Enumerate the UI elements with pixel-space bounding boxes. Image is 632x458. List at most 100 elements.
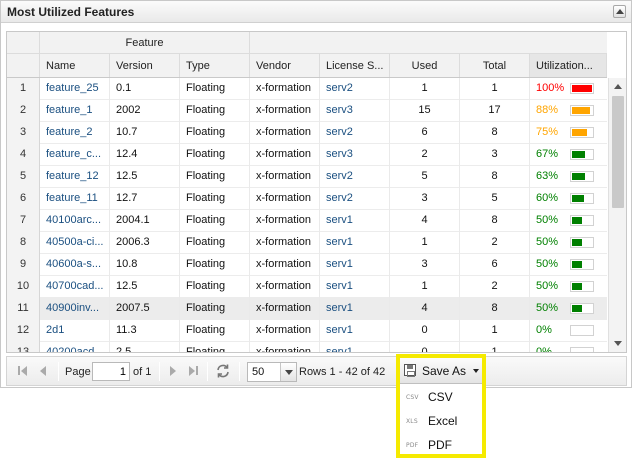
cell-type: Floating <box>180 122 250 144</box>
table-row[interactable]: 3 feature_2 10.7 Floating x-formation serv2 6 8… <box>7 122 607 144</box>
column-header-name[interactable]: Name <box>40 54 110 77</box>
menu-item-label: CSV <box>428 390 453 404</box>
cell-utilization: 50% <box>530 298 607 320</box>
cell-license-server[interactable]: serv1 <box>320 276 390 298</box>
cell-license-server[interactable]: serv1 <box>320 298 390 320</box>
column-header-license-server[interactable]: License S... <box>320 54 390 77</box>
page-size-select[interactable]: 50 <box>247 362 297 382</box>
column-header-type[interactable]: Type <box>180 54 250 77</box>
utilization-bar <box>570 281 594 292</box>
cell-license-server[interactable]: serv3 <box>320 100 390 122</box>
table-row[interactable]: 13 40200acd... 2.5 Floating x-formation serv1… <box>7 342 607 352</box>
column-header-utilization[interactable]: Utilization... <box>530 54 607 77</box>
cell-name[interactable]: 40700cad... <box>40 276 110 298</box>
cell-license-server[interactable]: serv3 <box>320 144 390 166</box>
cell-license-server[interactable]: serv2 <box>320 188 390 210</box>
cell-license-server[interactable]: serv1 <box>320 232 390 254</box>
row-number: 1 <box>7 78 40 100</box>
cell-used: 1 <box>390 232 460 254</box>
cell-used: 15 <box>390 100 460 122</box>
page-number-input[interactable] <box>92 362 130 381</box>
cell-vendor: x-formation <box>250 78 320 100</box>
cell-vendor: x-formation <box>250 144 320 166</box>
cell-name[interactable]: 40100arc... <box>40 210 110 232</box>
cell-version: 2007.5 <box>110 298 180 320</box>
cell-license-server[interactable]: serv1 <box>320 320 390 342</box>
table-row[interactable]: 7 40100arc... 2004.1 Floating x-formation ser… <box>7 210 607 232</box>
cell-vendor: x-formation <box>250 166 320 188</box>
cell-name[interactable]: 40600a-s... <box>40 254 110 276</box>
row-number: 12 <box>7 320 40 342</box>
save-as-button[interactable]: Save As <box>400 358 482 384</box>
table-row[interactable]: 9 40600a-s... 10.8 Floating x-formation serv1… <box>7 254 607 276</box>
column-header-version[interactable]: Version <box>110 54 180 77</box>
row-number: 4 <box>7 144 40 166</box>
cell-name[interactable]: 40500a-ci... <box>40 232 110 254</box>
table-row[interactable]: 5 feature_12 12.5 Floating x-formation serv2 5… <box>7 166 607 188</box>
previous-page-icon[interactable] <box>37 365 49 377</box>
cell-utilization: 67% <box>530 144 607 166</box>
cell-name[interactable]: feature_12 <box>40 166 110 188</box>
column-header-vendor[interactable]: Vendor <box>250 54 320 77</box>
menu-item-pdf[interactable]: PDF PDF <box>400 433 482 457</box>
table-row[interactable]: 11 40900inv... 2007.5 Floating x-formation se… <box>7 298 607 320</box>
table-row[interactable]: 12 2d1 11.3 Floating x-formation serv1 0 1 0% <box>7 320 607 342</box>
column-header-rownum <box>7 54 40 77</box>
cell-license-server[interactable]: serv1 <box>320 342 390 352</box>
table-row[interactable]: 2 feature_1 2002 Floating x-formation serv3 15… <box>7 100 607 122</box>
table-row[interactable]: 1 feature_25 0.1 Floating x-formation serv2 1 1… <box>7 78 607 100</box>
cell-name[interactable]: 40200acd... <box>40 342 110 352</box>
column-header-used[interactable]: Used <box>390 54 460 77</box>
refresh-icon[interactable] <box>215 363 231 379</box>
utilization-bar <box>570 303 594 314</box>
cell-version: 11.3 <box>110 320 180 342</box>
table-row[interactable]: 8 40500a-ci... 2006.3 Floating x-formation se… <box>7 232 607 254</box>
most-utilized-features-panel: Most Utilized Features Feature Name Vers… <box>0 0 632 388</box>
cell-utilization: 100% <box>530 78 607 100</box>
cell-version: 2004.1 <box>110 210 180 232</box>
separator <box>58 362 59 381</box>
cell-license-server[interactable]: serv1 <box>320 254 390 276</box>
cell-version: 12.5 <box>110 166 180 188</box>
first-page-icon[interactable] <box>17 365 29 377</box>
cell-total: 8 <box>460 166 530 188</box>
cell-name[interactable]: feature_2 <box>40 122 110 144</box>
cell-name[interactable]: feature_25 <box>40 78 110 100</box>
utilization-bar <box>570 347 594 352</box>
vertical-scrollbar[interactable] <box>608 78 626 352</box>
cell-license-server[interactable]: serv1 <box>320 210 390 232</box>
menu-item-excel[interactable]: XLS Excel <box>400 409 482 433</box>
utilization-bar <box>570 127 594 138</box>
table-row[interactable]: 4 feature_c... 12.4 Floating x-formation serv… <box>7 144 607 166</box>
chevron-down-icon[interactable] <box>280 363 296 381</box>
utilization-percent: 67% <box>536 148 559 160</box>
page-label: Page <box>65 366 91 378</box>
group-header-feature: Feature <box>40 32 250 53</box>
cell-name[interactable]: feature_1 <box>40 100 110 122</box>
cell-name[interactable]: feature_c... <box>40 144 110 166</box>
cell-name[interactable]: 40900inv... <box>40 298 110 320</box>
cell-license-server[interactable]: serv2 <box>320 166 390 188</box>
utilization-percent: 60% <box>536 192 559 204</box>
scroll-up-icon[interactable] <box>614 82 622 90</box>
cell-license-server[interactable]: serv2 <box>320 122 390 144</box>
cell-name[interactable]: 2d1 <box>40 320 110 342</box>
cell-total: 5 <box>460 188 530 210</box>
table-row[interactable]: 6 feature_11 12.7 Floating x-formation serv2 3… <box>7 188 607 210</box>
menu-item-csv[interactable]: CSV CSV <box>400 385 482 409</box>
cell-license-server[interactable]: serv2 <box>320 78 390 100</box>
last-page-icon[interactable] <box>187 365 199 377</box>
next-page-icon[interactable] <box>167 365 179 377</box>
cell-type: Floating <box>180 144 250 166</box>
table-row[interactable]: 10 40700cad... 12.5 Floating x-formation serv… <box>7 276 607 298</box>
cell-utilization: 50% <box>530 254 607 276</box>
collapse-icon[interactable] <box>613 5 626 18</box>
utilization-bar <box>570 237 594 248</box>
row-number: 11 <box>7 298 40 320</box>
scroll-down-icon[interactable] <box>614 340 622 348</box>
cell-name[interactable]: feature_11 <box>40 188 110 210</box>
cell-version: 12.7 <box>110 188 180 210</box>
scroll-thumb[interactable] <box>612 96 624 208</box>
panel-title: Most Utilized Features <box>7 5 135 19</box>
column-header-total[interactable]: Total <box>460 54 530 77</box>
